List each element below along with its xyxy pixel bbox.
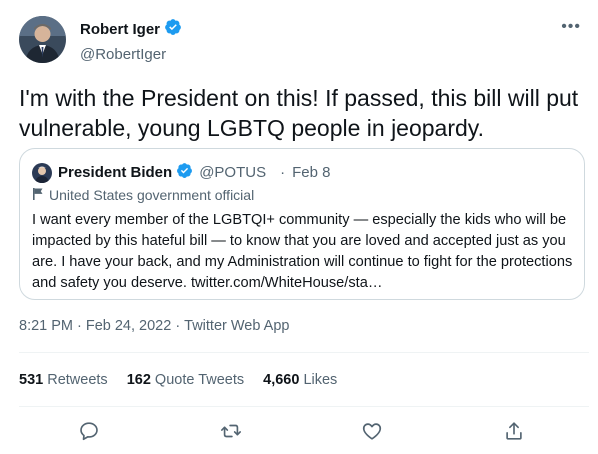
- likes-stat[interactable]: 4,660 Likes: [263, 372, 337, 388]
- retweet-icon[interactable]: [218, 418, 244, 444]
- quoted-tweet-card[interactable]: President Biden @POTUS · Feb 8 United St…: [19, 148, 585, 300]
- divider: [19, 352, 589, 353]
- quote-tweets-label: Quote Tweets: [154, 372, 245, 388]
- tweet-metadata: 8:21 PM · Feb 24, 2022 · Twitter Web App: [19, 318, 289, 334]
- verified-badge-icon: [164, 18, 182, 41]
- retweets-label: Retweets: [47, 372, 108, 388]
- more-options-icon[interactable]: •••: [561, 18, 581, 36]
- government-label-text: United States government official: [49, 187, 255, 203]
- quoted-date: Feb 8: [292, 164, 331, 181]
- tweet-text: I'm with the President on this! If passe…: [19, 85, 579, 141]
- quoted-author-avatar[interactable]: [32, 162, 52, 183]
- meta-separator: ·: [77, 318, 82, 334]
- like-heart-icon[interactable]: [359, 418, 385, 444]
- quoted-verified-badge-icon: [176, 162, 193, 183]
- author-handle[interactable]: @RobertIger: [80, 46, 182, 63]
- likes-count: 4,660: [263, 372, 300, 388]
- government-label: United States government official: [32, 187, 254, 203]
- reply-icon[interactable]: [76, 418, 102, 444]
- author-block[interactable]: Robert Iger @RobertIger: [80, 18, 182, 63]
- quoted-author-name: President Biden: [58, 164, 173, 181]
- divider: [19, 406, 589, 407]
- action-bar: [0, 418, 598, 444]
- meta-separator: ·: [175, 318, 181, 334]
- flag-icon: [32, 187, 44, 203]
- retweets-stat[interactable]: 531 Retweets: [19, 372, 108, 388]
- author-avatar[interactable]: [19, 16, 66, 63]
- quote-tweets-stat[interactable]: 162 Quote Tweets: [127, 372, 244, 388]
- quote-tweets-count: 162: [126, 372, 151, 388]
- tweet-time[interactable]: 8:21 PM: [19, 318, 73, 334]
- quoted-author-handle: @POTUS: [199, 164, 267, 181]
- engagement-stats: 531 Retweets 162 Quote Tweets 4,660 Like…: [19, 372, 337, 388]
- quoted-separator: ·: [280, 164, 286, 181]
- quoted-tweet-header: President Biden @POTUS · Feb 8: [32, 162, 330, 183]
- share-icon[interactable]: [501, 418, 527, 444]
- retweets-count: 531: [19, 372, 44, 388]
- tweet-source[interactable]: Twitter Web App: [184, 318, 289, 334]
- author-name[interactable]: Robert Iger: [80, 21, 160, 38]
- quoted-tweet-text: I want every member of the LGBTQI+ commu…: [32, 212, 573, 291]
- tweet-date[interactable]: Feb 24, 2022: [86, 318, 171, 334]
- likes-label: Likes: [303, 372, 338, 388]
